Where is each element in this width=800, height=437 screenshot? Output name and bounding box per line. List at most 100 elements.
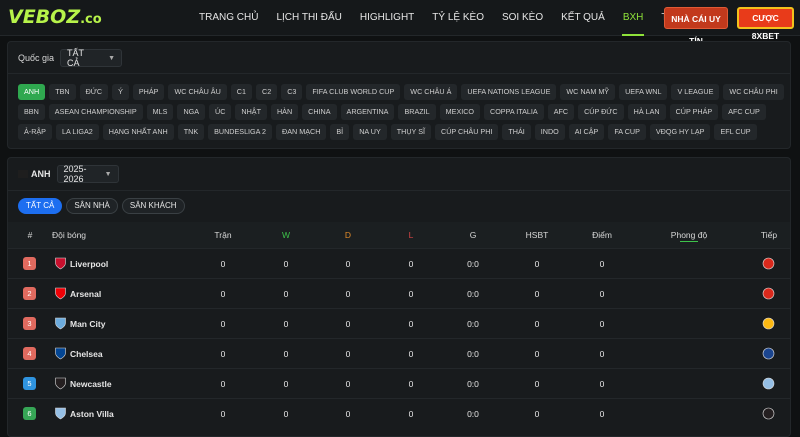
cell-win: 0	[283, 259, 289, 269]
next-opponent-crest-icon[interactable]	[762, 317, 775, 330]
league-chip[interactable]: MEXICO	[439, 104, 481, 120]
league-chip[interactable]: BBN	[18, 104, 45, 120]
standings-tab[interactable]: TẤT CẢ	[18, 198, 63, 214]
league-chip[interactable]: NA UY	[353, 124, 387, 140]
league-chip[interactable]: LA LIGA2	[55, 124, 99, 140]
next-opponent-crest-icon[interactable]	[762, 347, 775, 360]
team-crest-icon	[54, 287, 67, 300]
cell-played: 0	[220, 319, 226, 329]
league-chip[interactable]: UEFA NATIONS LEAGUE	[461, 84, 557, 100]
team-name[interactable]: Liverpool	[70, 249, 108, 279]
league-chip[interactable]: WC CHÂU Á	[404, 84, 458, 100]
rank-badge: 4	[23, 347, 36, 360]
league-chip[interactable]: VĐQG HY LẠP	[649, 124, 711, 140]
league-chip[interactable]: HÀN	[270, 104, 299, 120]
league-chip[interactable]: PHÁP	[132, 84, 165, 100]
table-row[interactable]: 3 Man City 0 0 0 0 0:0 0 0	[8, 308, 790, 338]
league-chip[interactable]: AFC	[547, 104, 575, 120]
league-chip[interactable]: THÁI	[502, 124, 531, 140]
cell-goals: 0:0	[467, 289, 479, 299]
cell-goals: 0:0	[467, 409, 479, 419]
league-chip[interactable]: CÚP CHÂU PHI	[435, 124, 499, 140]
nav-item[interactable]: HIGHLIGHT	[351, 0, 423, 36]
table-row[interactable]: 4 Chelsea 0 0 0 0 0:0 0 0	[8, 338, 790, 368]
col-draw: D	[344, 230, 352, 240]
league-chip[interactable]: BRAZIL	[398, 104, 436, 120]
nha-cai-uy-tin-button[interactable]: NHÀ CÁI UY TÍN	[664, 7, 728, 46]
league-chip[interactable]: NHẬT	[235, 104, 267, 120]
cell-draw: 0	[345, 349, 351, 359]
league-chip[interactable]: HÀ LAN	[627, 104, 666, 120]
nav-item[interactable]: SOI KÈO	[493, 0, 552, 36]
country-select-value: TẤT CẢ	[67, 48, 84, 68]
standings-tab[interactable]: SÂN NHÀ	[66, 198, 118, 214]
league-chip[interactable]: NGA	[177, 104, 206, 120]
team-name[interactable]: Newcastle	[70, 369, 112, 399]
standings-header: ANH 2025-2026 ▼	[18, 164, 119, 184]
league-chip[interactable]: TNK	[177, 124, 205, 140]
nav-item[interactable]: BXH	[614, 0, 653, 36]
cell-loss: 0	[408, 379, 414, 389]
season-select[interactable]: 2025-2026 ▼	[56, 164, 119, 184]
team-name[interactable]: Man City	[70, 309, 105, 339]
league-chip[interactable]: ĐỨC	[79, 84, 109, 100]
league-chip[interactable]: UEFA WNL	[619, 84, 668, 100]
league-chip[interactable]: AI CẬP	[568, 124, 605, 140]
league-chip[interactable]: Ý	[112, 84, 129, 100]
team-name[interactable]: Arsenal	[70, 279, 101, 309]
table-row[interactable]: 5 Newcastle 0 0 0 0 0:0 0 0	[8, 368, 790, 398]
league-chip[interactable]: AFC CUP	[722, 104, 766, 120]
league-chip[interactable]: ĐAN MẠCH	[276, 124, 327, 140]
league-chip[interactable]: V LEAGUE	[671, 84, 720, 100]
league-chip[interactable]: THỤY SĨ	[390, 124, 431, 140]
league-chip[interactable]: HẠNG NHẤT ANH	[102, 124, 174, 140]
league-chip[interactable]: CHINA	[302, 104, 337, 120]
standings-tab[interactable]: SÂN KHÁCH	[121, 198, 185, 214]
table-row[interactable]: 2 Arsenal 0 0 0 0 0:0 0 0	[8, 278, 790, 308]
team-name[interactable]: Chelsea	[70, 339, 103, 369]
league-chip[interactable]: FA CUP	[608, 124, 646, 140]
league-chip[interactable]: COPPA ITALIA	[484, 104, 544, 120]
nav-item[interactable]: KẾT QUẢ	[552, 0, 614, 36]
table-row[interactable]: 1 Liverpool 0 0 0 0 0:0 0 0	[8, 248, 790, 278]
cell-gd: 0	[534, 289, 540, 299]
country-select[interactable]: TẤT CẢ ▼	[60, 48, 123, 68]
league-chip[interactable]: ASEAN CHAMPIONSHIP	[48, 104, 143, 120]
next-opponent-crest-icon[interactable]	[762, 407, 775, 420]
site-logo[interactable]: VEBOZ.co	[8, 6, 102, 28]
league-chip[interactable]: MLS	[146, 104, 174, 120]
team-name[interactable]: Aston Villa	[70, 399, 114, 429]
league-chip[interactable]: C3	[281, 84, 303, 100]
cell-loss: 0	[408, 319, 414, 329]
league-chip[interactable]: ARGENTINA	[340, 104, 395, 120]
league-chip[interactable]: CÚP ĐỨC	[578, 104, 624, 120]
league-chip[interactable]: BUNDESLIGA 2	[208, 124, 273, 140]
cell-points: 0	[599, 409, 605, 419]
league-chip[interactable]: TBN	[49, 84, 76, 100]
cell-points: 0	[599, 379, 605, 389]
league-chip[interactable]: WC NAM MỸ	[560, 84, 616, 100]
league-chip[interactable]: FIFA CLUB WORLD CUP	[306, 84, 401, 100]
next-opponent-crest-icon[interactable]	[762, 377, 775, 390]
cuoc-8xbet-button[interactable]: CƯỢC 8XBET	[737, 7, 794, 41]
league-chip[interactable]: INDO	[534, 124, 565, 140]
table-row[interactable]: 6 Aston Villa 0 0 0 0 0:0 0 0	[8, 398, 790, 428]
league-chip[interactable]: WC CHÂU PHI	[723, 84, 784, 100]
cell-played: 0	[220, 289, 226, 299]
league-chip[interactable]: C1	[230, 84, 252, 100]
nav-item[interactable]: TỶ LỆ KÈO	[423, 0, 493, 36]
league-chip[interactable]: ÚC	[209, 104, 232, 120]
league-chip[interactable]: Ả-RẬP	[18, 124, 52, 140]
league-chip[interactable]: WC CHÂU ÂU	[168, 84, 227, 100]
league-chip[interactable]: EFL CUP	[714, 124, 757, 140]
next-opponent-crest-icon[interactable]	[762, 287, 775, 300]
league-chip[interactable]: BỈ	[330, 124, 350, 140]
cell-win: 0	[283, 289, 289, 299]
col-rank: #	[27, 230, 33, 240]
nav-item[interactable]: TRANG CHỦ	[190, 0, 267, 36]
league-chip[interactable]: CÚP PHÁP	[669, 104, 719, 120]
next-opponent-crest-icon[interactable]	[762, 257, 775, 270]
league-chip[interactable]: ANH	[18, 84, 46, 100]
league-chip[interactable]: C2	[256, 84, 278, 100]
nav-item[interactable]: LỊCH THI ĐẤU	[267, 0, 350, 36]
